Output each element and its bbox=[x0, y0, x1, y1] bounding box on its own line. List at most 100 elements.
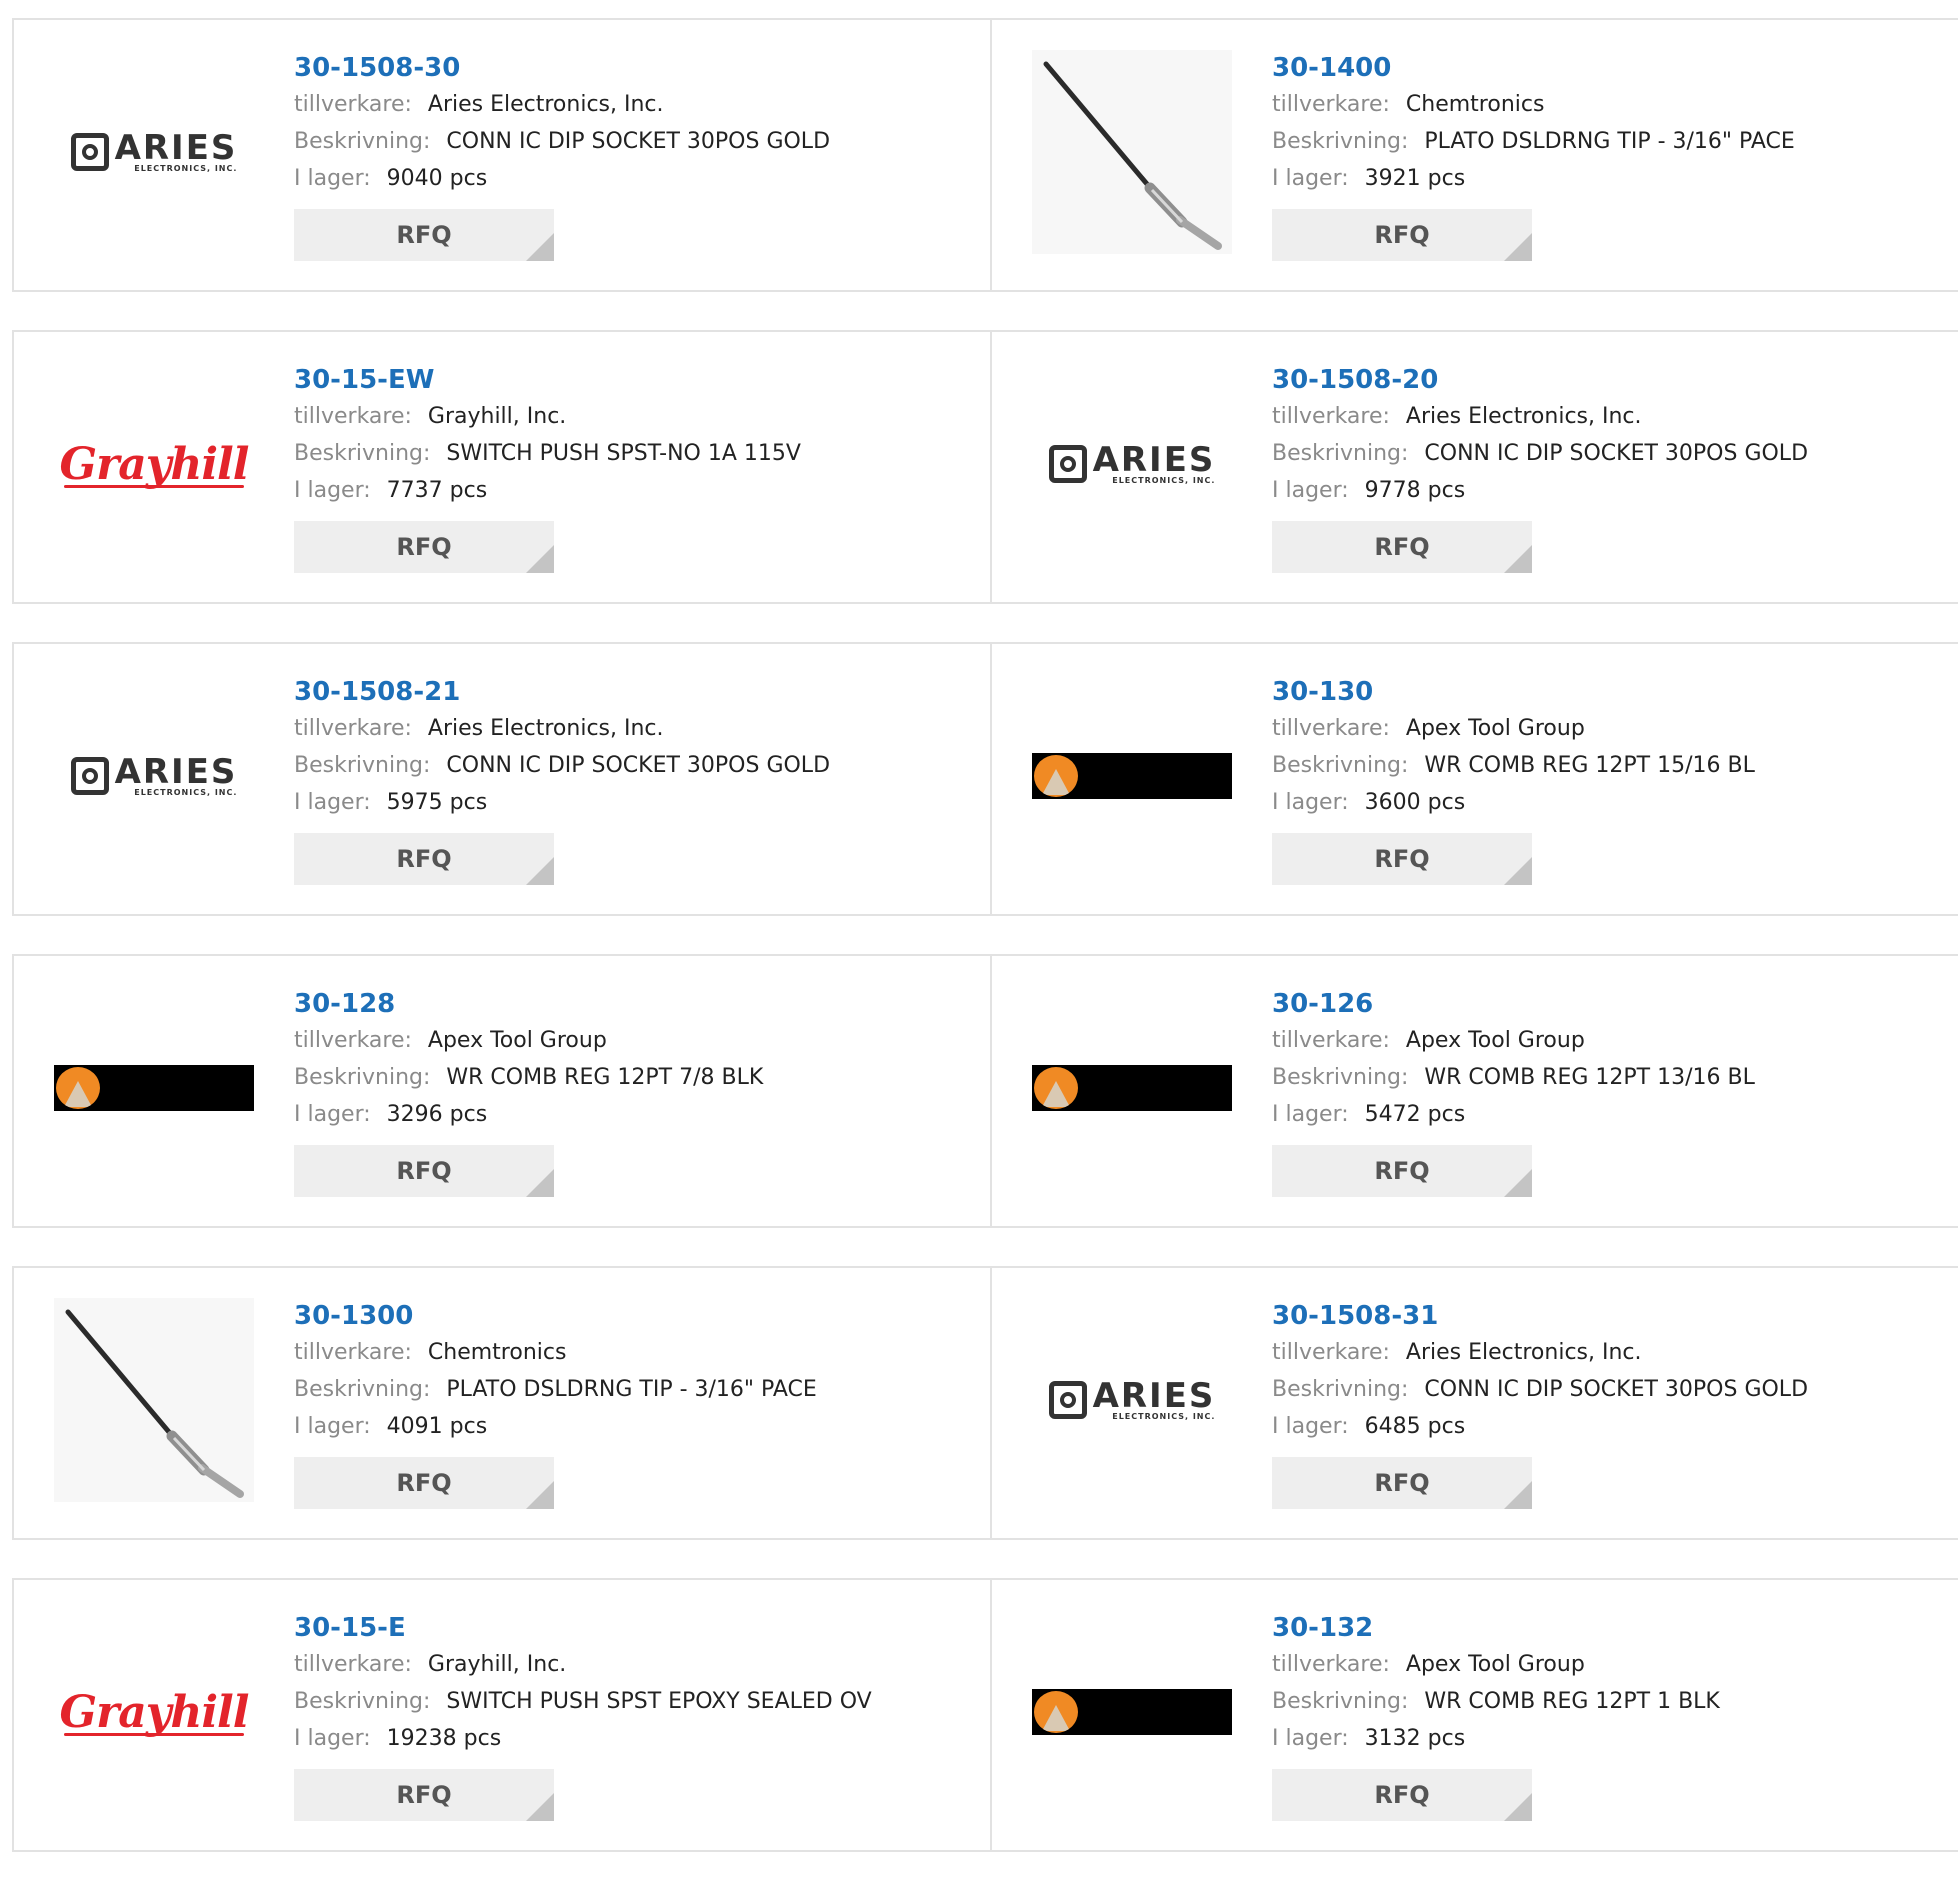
rfq-label: RFQ bbox=[396, 1157, 452, 1185]
product-info: 30-1508-21 tillverkare: Aries Electronics… bbox=[294, 674, 980, 885]
corner-fold-icon bbox=[526, 857, 554, 885]
rfq-label: RFQ bbox=[1374, 221, 1430, 249]
description-line: Beskrivning: PLATO DSLDRNG TIP - 3/16" PA… bbox=[294, 1371, 980, 1408]
description-value: CONN IC DIP SOCKET 30POS GOLD bbox=[1424, 1377, 1809, 1402]
part-number-link[interactable]: 30-1508-30 bbox=[294, 50, 460, 86]
corner-fold-icon bbox=[1504, 1793, 1532, 1821]
stock-label: I lager: bbox=[294, 790, 371, 815]
apex-logo bbox=[1032, 1689, 1232, 1735]
solder-tip-image bbox=[54, 1298, 254, 1502]
rfq-button[interactable]: RFQ bbox=[294, 209, 554, 261]
rfq-button[interactable]: RFQ bbox=[1272, 1457, 1532, 1509]
stock-line: I lager: 5975 pcs bbox=[294, 784, 980, 821]
part-number-link[interactable]: 30-1400 bbox=[1272, 50, 1391, 86]
rfq-button[interactable]: RFQ bbox=[1272, 1145, 1532, 1197]
stock-value: 3296 pcs bbox=[386, 1102, 488, 1127]
product-card: 30-128 tillverkare: Apex Tool Group Beskr… bbox=[14, 956, 990, 1226]
manufacturer-line: tillverkare: Apex Tool Group bbox=[1272, 1646, 1948, 1683]
rfq-button[interactable]: RFQ bbox=[1272, 521, 1532, 573]
description-value: CONN IC DIP SOCKET 30POS GOLD bbox=[446, 753, 831, 778]
stock-value: 9778 pcs bbox=[1364, 478, 1466, 503]
manufacturer-label: tillverkare: bbox=[294, 1652, 412, 1677]
part-number-link[interactable]: 30-1508-21 bbox=[294, 674, 460, 710]
part-number-link[interactable]: 30-1508-31 bbox=[1272, 1298, 1438, 1334]
product-info: 30-1400 tillverkare: Chemtronics Beskrivn… bbox=[1272, 50, 1948, 261]
description-label: Beskrivning: bbox=[294, 753, 431, 778]
part-number-link[interactable]: 30-15-EW bbox=[294, 362, 434, 398]
product-row: 30-1300 tillverkare: Chemtronics Beskrivn… bbox=[12, 1266, 1958, 1540]
description-label: Beskrivning: bbox=[294, 1377, 431, 1402]
rfq-label: RFQ bbox=[396, 533, 452, 561]
stock-line: I lager: 9040 pcs bbox=[294, 160, 980, 197]
description-line: Beskrivning: CONN IC DIP SOCKET 30POS GOL… bbox=[1272, 435, 1948, 472]
description-label: Beskrivning: bbox=[294, 1065, 431, 1090]
stock-line: I lager: 4091 pcs bbox=[294, 1408, 980, 1445]
part-number-link[interactable]: 30-1300 bbox=[294, 1298, 413, 1334]
description-line: Beskrivning: CONN IC DIP SOCKET 30POS GOL… bbox=[294, 123, 980, 160]
stock-label: I lager: bbox=[1272, 166, 1349, 191]
product-row: ARIES ELECTRONICS, INC. 30-1508-21 tillve… bbox=[12, 642, 1958, 916]
description-line: Beskrivning: SWITCH PUSH SPST-NO 1A 115V bbox=[294, 435, 980, 472]
rfq-button[interactable]: RFQ bbox=[294, 833, 554, 885]
part-number-link[interactable]: 30-15-E bbox=[294, 1610, 406, 1646]
rfq-label: RFQ bbox=[1374, 533, 1430, 561]
description-label: Beskrivning: bbox=[1272, 1689, 1409, 1714]
manufacturer-value: Apex Tool Group bbox=[427, 1028, 607, 1053]
product-row: Grayhill 30-15-EW tillverkare: Grayhill, … bbox=[12, 330, 1958, 604]
product-card: ARIES ELECTRONICS, INC. 30-1508-20 tillve… bbox=[990, 332, 1958, 602]
rfq-button[interactable]: RFQ bbox=[1272, 1769, 1532, 1821]
description-value: CONN IC DIP SOCKET 30POS GOLD bbox=[446, 129, 831, 154]
manufacturer-label: tillverkare: bbox=[1272, 92, 1390, 117]
corner-fold-icon bbox=[526, 233, 554, 261]
description-value: SWITCH PUSH SPST-NO 1A 115V bbox=[446, 441, 801, 466]
product-card: Grayhill 30-15-EW tillverkare: Grayhill, … bbox=[14, 332, 990, 602]
stock-label: I lager: bbox=[1272, 478, 1349, 503]
stock-line: I lager: 7737 pcs bbox=[294, 472, 980, 509]
product-row: 30-128 tillverkare: Apex Tool Group Beskr… bbox=[12, 954, 1958, 1228]
manufacturer-value: Apex Tool Group bbox=[1405, 716, 1585, 741]
stock-label: I lager: bbox=[294, 478, 371, 503]
product-row: Grayhill 30-15-E tillverkare: Grayhill, I… bbox=[12, 1578, 1958, 1852]
manufacturer-line: tillverkare: Aries Electronics, Inc. bbox=[1272, 398, 1948, 435]
apex-logo bbox=[1032, 1065, 1232, 1111]
product-card: 30-130 tillverkare: Apex Tool Group Beskr… bbox=[990, 644, 1958, 914]
rfq-label: RFQ bbox=[1374, 1157, 1430, 1185]
stock-value: 19238 pcs bbox=[386, 1726, 502, 1751]
product-card: 30-126 tillverkare: Apex Tool Group Beskr… bbox=[990, 956, 1958, 1226]
product-info: 30-130 tillverkare: Apex Tool Group Beskr… bbox=[1272, 674, 1948, 885]
grayhill-logo: Grayhill bbox=[59, 438, 250, 490]
stock-line: I lager: 3921 pcs bbox=[1272, 160, 1948, 197]
rfq-button[interactable]: RFQ bbox=[1272, 209, 1532, 261]
solder-tip-image bbox=[1032, 50, 1232, 254]
rfq-label: RFQ bbox=[396, 221, 452, 249]
manufacturer-label: tillverkare: bbox=[294, 1028, 412, 1053]
stock-value: 4091 pcs bbox=[386, 1414, 488, 1439]
rfq-label: RFQ bbox=[1374, 1781, 1430, 1809]
aries-logo: ARIES ELECTRONICS, INC. bbox=[1048, 443, 1216, 485]
manufacturer-line: tillverkare: Apex Tool Group bbox=[1272, 1022, 1948, 1059]
manufacturer-line: tillverkare: Aries Electronics, Inc. bbox=[294, 86, 980, 123]
stock-value: 9040 pcs bbox=[386, 166, 488, 191]
aries-logo: ARIES ELECTRONICS, INC. bbox=[70, 755, 238, 797]
part-number-link[interactable]: 30-126 bbox=[1272, 986, 1373, 1022]
description-line: Beskrivning: WR COMB REG 12PT 7/8 BLK bbox=[294, 1059, 980, 1096]
product-info: 30-1300 tillverkare: Chemtronics Beskrivn… bbox=[294, 1298, 980, 1509]
rfq-button[interactable]: RFQ bbox=[294, 1769, 554, 1821]
part-number-link[interactable]: 30-132 bbox=[1272, 1610, 1373, 1646]
manufacturer-value: Grayhill, Inc. bbox=[427, 404, 567, 429]
manufacturer-label: tillverkare: bbox=[294, 716, 412, 741]
part-number-link[interactable]: 30-130 bbox=[1272, 674, 1373, 710]
rfq-button[interactable]: RFQ bbox=[294, 1145, 554, 1197]
rfq-button[interactable]: RFQ bbox=[294, 521, 554, 573]
description-line: Beskrivning: CONN IC DIP SOCKET 30POS GOL… bbox=[294, 747, 980, 784]
stock-value: 5472 pcs bbox=[1364, 1102, 1466, 1127]
manufacturer-label: tillverkare: bbox=[294, 404, 412, 429]
manufacturer-label: tillverkare: bbox=[294, 1340, 412, 1365]
part-number-link[interactable]: 30-1508-20 bbox=[1272, 362, 1438, 398]
description-value: PLATO DSLDRNG TIP - 3/16" PACE bbox=[1424, 129, 1795, 154]
rfq-button[interactable]: RFQ bbox=[1272, 833, 1532, 885]
part-number-link[interactable]: 30-128 bbox=[294, 986, 395, 1022]
rfq-button[interactable]: RFQ bbox=[294, 1457, 554, 1509]
stock-value: 3600 pcs bbox=[1364, 790, 1466, 815]
stock-value: 3921 pcs bbox=[1364, 166, 1466, 191]
